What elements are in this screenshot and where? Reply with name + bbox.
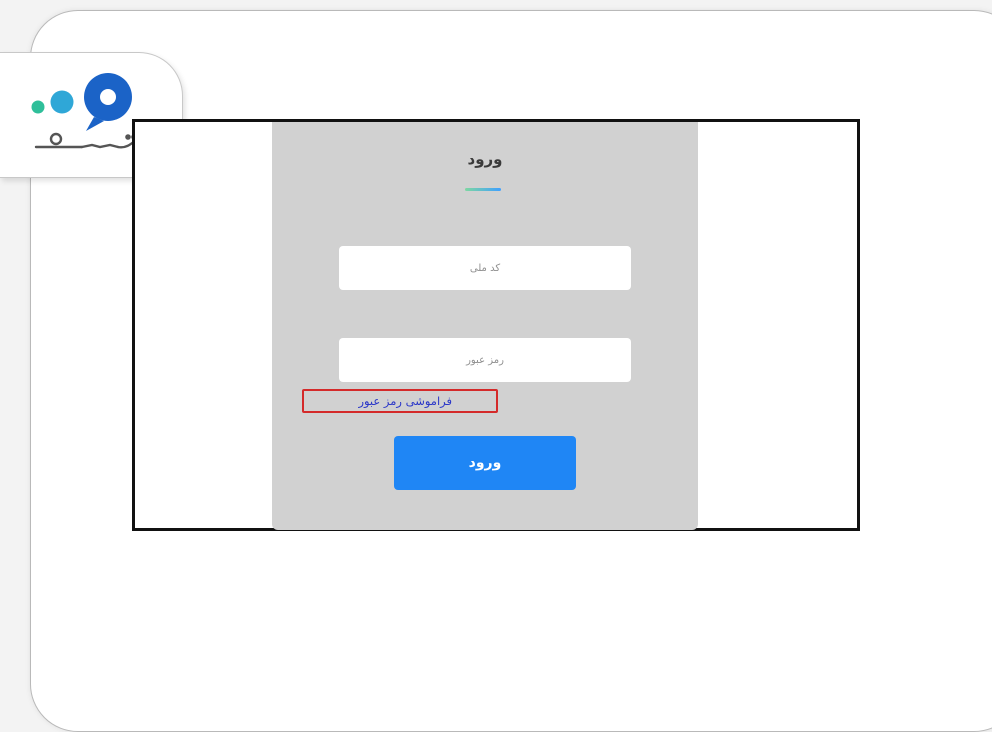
- login-button[interactable]: ورود: [394, 436, 576, 490]
- title-underline: [465, 188, 501, 191]
- forgot-password-label: فراموشی رمز عبور: [358, 394, 452, 408]
- forgot-password-link[interactable]: فراموشی رمز عبور: [302, 389, 498, 413]
- login-title: ورود: [467, 150, 503, 168]
- password-input[interactable]: [339, 338, 631, 382]
- screenshot-frame: ورود فراموشی رمز عبور ورود: [132, 119, 860, 531]
- national-code-input[interactable]: [339, 246, 631, 290]
